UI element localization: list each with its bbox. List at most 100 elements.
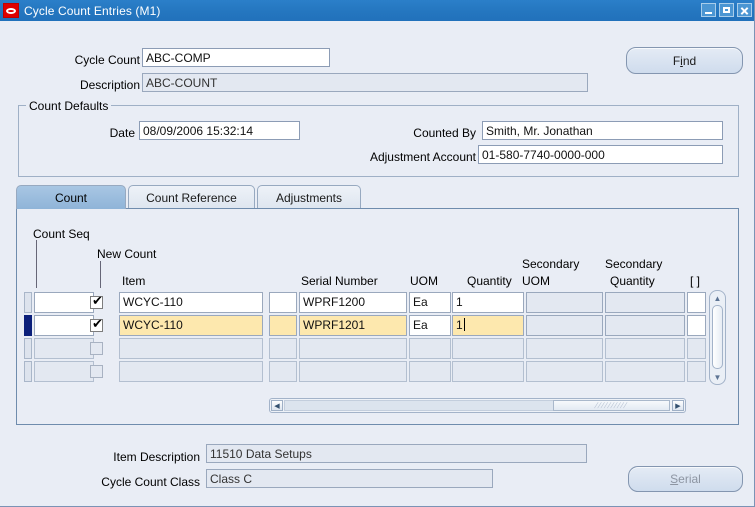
scroll-right-glyph: ▶ — [675, 402, 681, 410]
cell-item[interactable] — [119, 338, 263, 359]
header-item: Item — [122, 274, 146, 288]
find-button-label: Find — [672, 53, 697, 68]
cell-serial-number[interactable]: WPRF1201 — [299, 315, 407, 336]
cell-serial-number[interactable] — [299, 338, 407, 359]
counted-by-input[interactable]: Smith, Mr. Jonathan — [482, 121, 723, 140]
date-input[interactable]: 08/09/2006 15:32:14 — [139, 121, 300, 140]
header-flexfield: [ ] — [690, 274, 701, 288]
tab-count-reference-label: Count Reference — [146, 190, 237, 205]
horizontal-scroll-thumb[interactable]: ////////// — [553, 400, 670, 411]
cell-quantity[interactable]: 1 — [452, 315, 524, 336]
cell-flexfield[interactable] — [687, 338, 706, 359]
checkbox-new-count[interactable]: ✔ — [90, 318, 103, 332]
window-titlebar: Cycle Count Entries (M1) — [0, 0, 754, 21]
cell-secondary-uom[interactable] — [526, 292, 603, 313]
cell-flexfield[interactable] — [687, 361, 706, 382]
tab-count-label: Count — [54, 190, 88, 205]
cell-quantity[interactable]: 1 — [452, 292, 524, 313]
cell-serial-prefix[interactable] — [269, 361, 297, 382]
cell-item[interactable] — [119, 361, 263, 382]
checkbox-new-count[interactable]: ✔ — [90, 295, 103, 309]
scroll-right-icon[interactable]: ▶ — [672, 400, 684, 411]
serial-button[interactable]: Serial — [628, 466, 743, 492]
find-button[interactable]: Find — [626, 47, 743, 74]
cell-flexfield[interactable] — [687, 292, 706, 313]
cell-quantity[interactable] — [452, 361, 524, 382]
description-label: Description — [79, 78, 140, 92]
tab-adjustments[interactable]: Adjustments — [257, 185, 361, 209]
new-count-leader-line — [100, 261, 101, 288]
row-marker[interactable] — [24, 315, 32, 336]
grid-horizontal-scrollbar[interactable]: ◀ ////////// ▶ — [269, 398, 686, 413]
horizontal-scroll-track[interactable] — [284, 400, 554, 411]
description-input[interactable]: ABC-COUNT — [142, 73, 588, 92]
cell-count-seq[interactable] — [34, 315, 94, 336]
adjustment-account-input[interactable]: 01-580-7740-0000-000 — [478, 145, 723, 164]
header-secondary-quantity-line1: Secondary — [605, 257, 663, 271]
scroll-up-glyph: ▲ — [713, 293, 722, 303]
scroll-up-icon[interactable]: ▲ — [711, 292, 724, 304]
cell-uom[interactable]: Ea — [409, 292, 451, 313]
cell-serial-prefix[interactable] — [269, 338, 297, 359]
cell-secondary-quantity[interactable] — [605, 361, 685, 382]
window-title: Cycle Count Entries (M1) — [24, 3, 161, 18]
checkbox-new-count[interactable] — [90, 365, 103, 378]
count-defaults-group-title: Count Defaults — [26, 99, 112, 113]
scroll-down-icon[interactable]: ▼ — [711, 371, 724, 383]
cycle-count-label: Cycle Count — [74, 53, 140, 67]
count-defaults-group — [18, 105, 739, 177]
cell-count-seq[interactable] — [34, 292, 94, 313]
serial-button-label: Serial — [670, 472, 701, 486]
cycle-count-entries-window: Cycle Count Entries (M1) Cycle Count ABC… — [0, 0, 755, 507]
cell-uom[interactable]: Ea — [409, 315, 451, 336]
cell-item[interactable]: WCYC-110 — [119, 292, 263, 313]
date-label: Date — [109, 126, 135, 140]
cell-serial-number[interactable] — [299, 361, 407, 382]
cycle-count-class-input[interactable]: Class C — [206, 469, 493, 488]
vertical-scroll-thumb[interactable] — [712, 305, 723, 369]
text-cursor — [463, 318, 465, 331]
scroll-down-glyph: ▼ — [713, 372, 722, 382]
cell-uom[interactable] — [409, 338, 451, 359]
header-count-seq: Count Seq — [33, 227, 90, 241]
cell-quantity[interactable] — [452, 338, 524, 359]
scroll-left-icon[interactable]: ◀ — [271, 400, 283, 411]
row-marker[interactable] — [24, 338, 32, 359]
row-marker[interactable] — [24, 361, 32, 382]
cell-secondary-uom[interactable] — [526, 315, 603, 336]
counted-by-label: Counted By — [413, 126, 476, 140]
oracle-logo-icon — [3, 3, 19, 18]
checkbox-new-count[interactable] — [90, 342, 103, 355]
cell-serial-prefix[interactable] — [269, 292, 297, 313]
item-description-label: Item Description — [113, 450, 200, 464]
cell-secondary-uom[interactable] — [526, 338, 603, 359]
item-description-input[interactable]: 11510 Data Setups — [206, 444, 587, 463]
window-controls — [701, 3, 752, 17]
cell-secondary-quantity[interactable] — [605, 338, 685, 359]
cell-secondary-quantity[interactable] — [605, 292, 685, 313]
maximize-icon[interactable] — [719, 3, 734, 17]
cell-count-seq[interactable] — [34, 361, 94, 382]
cell-quantity-value: 1 — [456, 318, 463, 332]
cell-secondary-quantity[interactable] — [605, 315, 685, 336]
adjustment-account-label: Adjustment Account — [369, 150, 476, 164]
cell-count-seq[interactable] — [34, 338, 94, 359]
cell-secondary-uom[interactable] — [526, 361, 603, 382]
header-secondary-uom-line1: Secondary — [522, 257, 580, 271]
cell-flexfield[interactable] — [687, 315, 706, 336]
cycle-count-input[interactable]: ABC-COMP — [142, 48, 330, 67]
close-icon[interactable] — [737, 3, 752, 17]
cycle-count-class-label: Cycle Count Class — [101, 475, 200, 489]
tab-count[interactable]: Count — [16, 185, 126, 209]
cell-uom[interactable] — [409, 361, 451, 382]
header-new-count: New Count — [97, 247, 157, 261]
tab-count-reference[interactable]: Count Reference — [128, 185, 255, 209]
grid-vertical-scrollbar[interactable]: ▲ ▼ — [709, 290, 726, 385]
minimize-icon[interactable] — [701, 3, 716, 17]
cell-item[interactable]: WCYC-110 — [119, 315, 263, 336]
cell-serial-number[interactable]: WPRF1200 — [299, 292, 407, 313]
cell-serial-prefix[interactable] — [269, 315, 297, 336]
tab-adjustments-label: Adjustments — [275, 190, 343, 205]
count-seq-leader-line — [36, 240, 37, 288]
row-marker[interactable] — [24, 292, 32, 313]
